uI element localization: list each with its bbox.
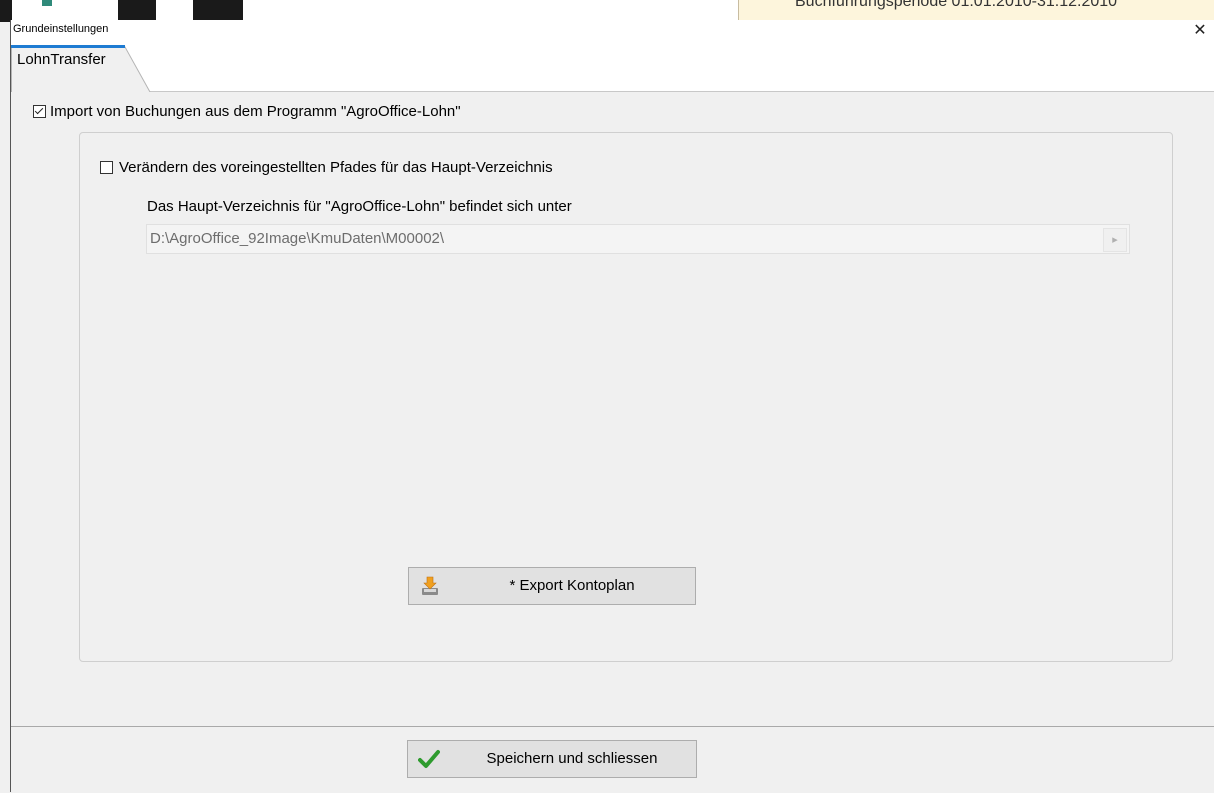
change-path-label: Verändern des voreingestellten Pfades fü…	[119, 158, 553, 176]
settings-dialog: Grundeinstellungen ✕ LohnTransfer Import…	[10, 20, 1214, 793]
green-checkmark-icon	[418, 750, 440, 768]
tab-strip: LohnTransfer	[11, 42, 1214, 92]
main-directory-label: Das Haupt-Verzeichnis für "AgroOffice-Lo…	[147, 198, 572, 215]
tab-content: Import von Buchungen aus dem Programm "A…	[11, 92, 1214, 726]
background-dark-block	[118, 0, 156, 22]
export-kontoplan-label: * Export Kontoplan	[509, 577, 635, 594]
export-kontoplan-button[interactable]: * Export Kontoplan	[408, 567, 696, 605]
path-settings-group: Verändern des voreingestellten Pfades fü…	[79, 132, 1173, 662]
dialog-footer: Speichern und schliessen	[11, 726, 1214, 793]
main-directory-field[interactable]: D:\AgroOffice_92Image\KmuDaten\M00002\ ▸	[146, 224, 1130, 254]
browse-directory-button[interactable]: ▸	[1103, 228, 1127, 252]
path-option-row: Verändern des voreingestellten Pfades fü…	[100, 158, 553, 176]
close-icon: ✕	[1193, 22, 1207, 39]
save-and-close-label: Speichern und schliessen	[486, 750, 658, 767]
tab-lohntransfer[interactable]: LohnTransfer	[11, 45, 151, 92]
background-period-text: Buchführungsperiode 01.01.2010-31.12.201…	[795, 0, 1118, 10]
change-path-checkbox[interactable]	[100, 160, 113, 174]
dialog-title: Grundeinstellungen	[13, 23, 109, 35]
import-option-label: Import von Buchungen aus dem Programm "A…	[50, 102, 461, 120]
export-download-icon	[422, 576, 438, 595]
main-directory-value: D:\AgroOffice_92Image\KmuDaten\M00002\	[150, 230, 445, 247]
background-app-strip: Buchführungsperiode 01.01.2010-31.12.201…	[0, 0, 1214, 22]
tab-label: LohnTransfer	[17, 51, 106, 68]
save-and-close-button[interactable]: Speichern und schliessen	[407, 740, 697, 778]
import-checkbox[interactable]	[33, 104, 46, 118]
background-dark-block	[193, 0, 243, 22]
background-dark-block	[0, 0, 12, 22]
close-button[interactable]: ✕	[1185, 20, 1214, 42]
title-bar: Grundeinstellungen ✕	[11, 20, 1214, 42]
background-teal-block	[42, 0, 52, 6]
folder-arrow-icon: ▸	[1112, 234, 1118, 246]
background-period-panel: Buchführungsperiode 01.01.2010-31.12.201…	[738, 0, 1214, 22]
import-option-row: Import von Buchungen aus dem Programm "A…	[33, 102, 461, 120]
